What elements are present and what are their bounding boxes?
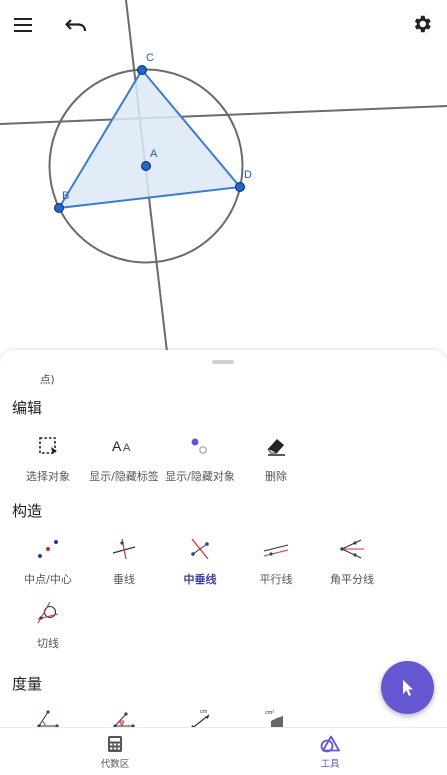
undo-icon xyxy=(65,19,87,32)
tool-label: 显示/隐藏对象 xyxy=(165,470,235,483)
point-d[interactable] xyxy=(235,182,245,192)
tool-label: 角平分线 xyxy=(330,573,374,586)
tool-parallel-line[interactable]: 平行线 xyxy=(238,534,314,590)
cursor-pointer-icon xyxy=(402,679,413,696)
settings-button[interactable] xyxy=(407,9,437,39)
tool-label: 中点/中心 xyxy=(24,573,72,586)
tool-label: 切线 xyxy=(37,637,59,650)
tab-algebra-label: 代数区 xyxy=(100,758,130,770)
show-hide-label-icon: A A xyxy=(112,438,131,454)
tool-select-object[interactable]: 选择对象 xyxy=(10,431,86,487)
tool-label: 平行线 xyxy=(259,573,293,586)
tool-delete[interactable]: 删除 xyxy=(238,431,314,487)
length-unit-text: cm xyxy=(200,709,208,715)
tool-label: 垂线 xyxy=(113,573,135,586)
tool-label: 选择对象 xyxy=(26,470,70,483)
eraser-icon xyxy=(267,439,285,456)
select-box-icon xyxy=(39,437,57,455)
point-b[interactable] xyxy=(54,203,64,213)
undo-button[interactable] xyxy=(61,10,91,40)
point-b-label: B xyxy=(62,190,69,202)
point-c[interactable] xyxy=(137,65,147,75)
point-a-label: A xyxy=(150,148,158,160)
tools-shapes-icon xyxy=(320,735,340,752)
section-title-measure: 度量 xyxy=(12,675,43,693)
section-title-edit: 编辑 xyxy=(12,399,43,417)
tab-algebra[interactable]: 代数区 xyxy=(55,728,175,775)
tool-label: 中垂线 xyxy=(183,573,217,586)
tool-tangent[interactable]: 切线 xyxy=(10,598,86,654)
tab-tools-label: 工具 xyxy=(320,758,340,770)
tool-show-hide-label[interactable]: A A 显示/隐藏标签 xyxy=(86,431,162,487)
tool-midpoint[interactable]: 中点/中心 xyxy=(10,534,86,590)
tab-tools[interactable]: 工具 xyxy=(270,728,390,775)
move-tool-fab[interactable] xyxy=(381,661,434,714)
previous-tool-label: 点) xyxy=(40,374,55,386)
perpendicular-bisector-icon xyxy=(191,538,209,560)
calculator-icon xyxy=(108,735,122,752)
tool-show-hide-object[interactable]: 显示/隐藏对象 xyxy=(162,431,238,487)
point-a[interactable] xyxy=(141,161,151,171)
tool-perpendicular-bisector[interactable]: 中垂线 xyxy=(162,534,238,590)
midpoint-icon xyxy=(38,540,58,558)
panel-drag-handle[interactable] xyxy=(212,360,234,364)
tools-panel[interactable]: 点) 编辑 选择对象 A A 显示/隐藏标签 显示/隐藏对象 删除 构造 中点/… xyxy=(0,350,447,775)
tool-label: 删除 xyxy=(265,470,287,483)
tool-angle-bisector[interactable]: 角平分线 xyxy=(314,534,390,590)
perpendicular-line-icon xyxy=(112,538,136,560)
show-hide-object-icon xyxy=(191,438,207,454)
area-unit-text: cm² xyxy=(265,710,274,716)
point-d-label: D xyxy=(244,169,252,181)
tool-perpendicular-line[interactable]: 垂线 xyxy=(86,534,162,590)
angle-bisector-icon xyxy=(340,539,364,559)
tool-label: 显示/隐藏标签 xyxy=(89,470,159,483)
tangent-icon xyxy=(37,601,59,624)
point-c-label: C xyxy=(146,52,154,64)
gear-icon xyxy=(414,15,431,33)
section-title-construct: 构造 xyxy=(12,502,43,520)
graphics-view[interactable]: A B C D xyxy=(0,0,447,352)
parallel-line-icon xyxy=(263,544,289,557)
svg-text:A: A xyxy=(123,442,131,454)
geometry-canvas[interactable]: A B C D xyxy=(0,0,447,352)
svg-text:A: A xyxy=(112,438,122,454)
hamburger-menu-icon xyxy=(14,18,32,32)
menu-button[interactable] xyxy=(8,10,38,40)
bottom-navigation[interactable]: 代数区 工具 xyxy=(0,727,447,775)
